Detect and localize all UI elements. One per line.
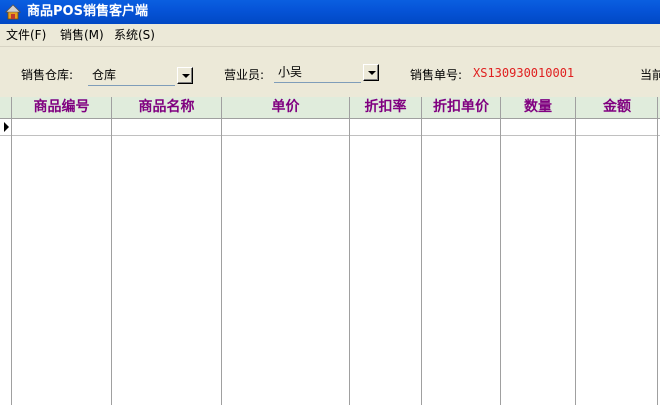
title-bar: 商品POS销售客户端 [0,0,660,24]
salesperson-label: 营业员: [224,68,265,82]
order-number-label: 销售单号: [410,68,463,82]
column-header-quantity[interactable]: 数量 [501,97,575,118]
chevron-down-icon [182,74,190,78]
salesperson-underline [274,82,361,83]
column-divider [11,97,12,405]
warehouse-label: 销售仓库: [21,68,74,82]
menu-file[interactable]: 文件(F) [6,28,46,42]
current-label: 当前 [640,68,660,82]
column-header-product-name[interactable]: 商品名称 [112,97,221,118]
column-divider [221,97,222,405]
column-divider [575,97,576,405]
chevron-down-icon [368,71,376,75]
row-divider [0,135,660,136]
column-divider [421,97,422,405]
column-divider [657,97,658,405]
warehouse-select[interactable]: 仓库 [88,66,193,86]
salesperson-select[interactable]: 小吴 [274,63,379,83]
row-pointer-icon [4,122,9,132]
menu-sales[interactable]: 销售(M) [60,28,104,42]
column-header-discount-price[interactable]: 折扣单价 [422,97,500,118]
warehouse-underline [88,85,175,86]
warehouse-value: 仓库 [92,68,117,82]
column-divider [500,97,501,405]
salesperson-dropdown-button[interactable] [363,64,379,81]
column-header-discount-rate[interactable]: 折扣率 [350,97,421,118]
column-header-unit-price[interactable]: 单价 [222,97,349,118]
order-info-bar: 销售仓库: 仓库 营业员: 小吴 销售单号: XS130930010001 当前 [0,47,660,97]
window-title: 商品POS销售客户端 [27,4,148,19]
order-number-value: XS130930010001 [473,66,575,80]
salesperson-value: 小吴 [278,65,303,79]
table-header-row: 商品编号 商品名称 单价 折扣率 折扣单价 数量 金额 [0,97,660,119]
column-header-amount[interactable]: 金额 [576,97,658,118]
menu-system[interactable]: 系统(S) [114,28,155,42]
sales-items-table[interactable]: 商品编号 商品名称 单价 折扣率 折扣单价 数量 金额 [0,97,660,405]
current-row-indicator[interactable] [0,119,12,135]
menu-bar: 文件(F) 销售(M) 系统(S) [0,24,660,47]
warehouse-dropdown-button[interactable] [177,67,193,84]
column-divider [349,97,350,405]
home-icon [5,4,21,20]
column-header-product-code[interactable]: 商品编号 [12,97,111,118]
column-divider [111,97,112,405]
